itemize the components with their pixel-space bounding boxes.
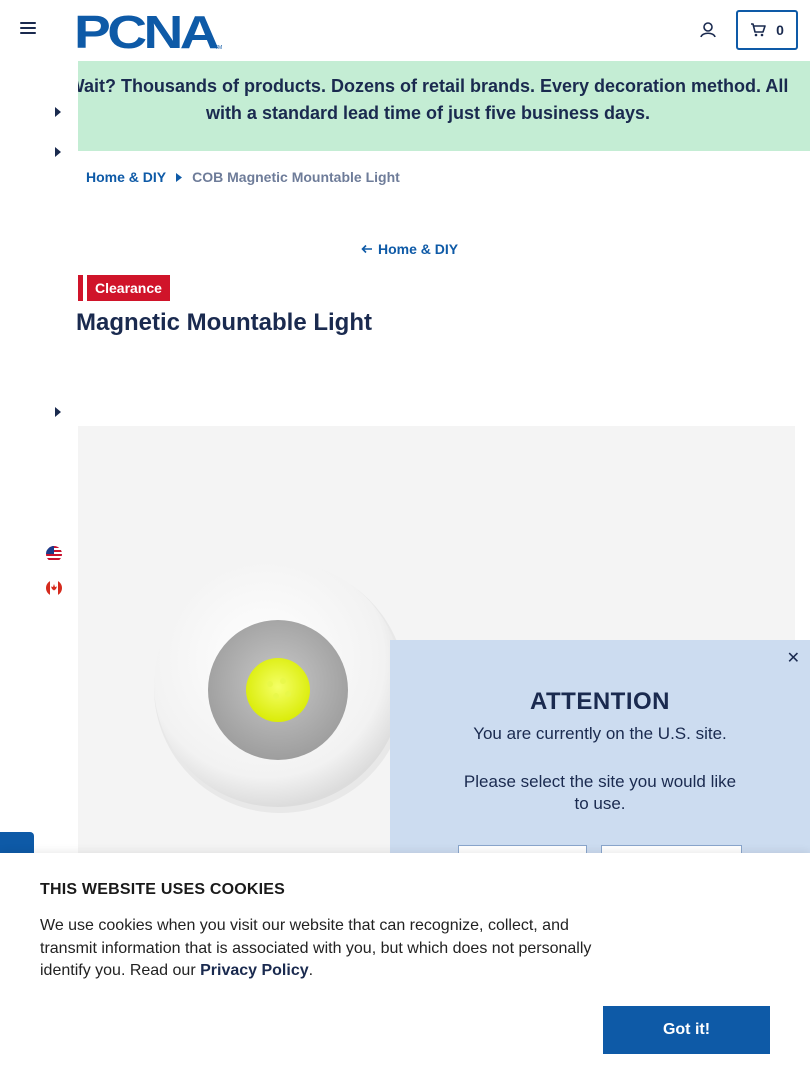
cookie-text-body: We use cookies when you visit our websit… xyxy=(40,917,592,979)
caret-right-icon[interactable] xyxy=(54,147,62,157)
arrow-left-icon xyxy=(361,244,372,254)
svg-text:PCNA: PCNA xyxy=(76,10,218,52)
clearance-badge: Clearance xyxy=(87,275,170,301)
caret-right-icon xyxy=(176,172,183,182)
back-link-label: Home & DIY xyxy=(378,241,459,257)
attention-modal: ✕ ATTENTION You are currently on the U.S… xyxy=(390,640,810,865)
cart-icon xyxy=(751,23,766,37)
cart-count: 0 xyxy=(776,22,784,38)
cookie-text: We use cookies when you visit our websit… xyxy=(40,915,610,983)
cookie-text-end: . xyxy=(308,962,314,979)
caret-right-icon[interactable] xyxy=(54,407,62,417)
breadcrumb-current: COB Magnetic Mountable Light xyxy=(192,169,400,185)
us-flag-icon[interactable] xyxy=(46,546,62,562)
breadcrumb: Home & DIY COB Magnetic Mountable Light xyxy=(86,169,400,185)
canada-flag-icon[interactable] xyxy=(46,580,62,596)
svg-text:TM: TM xyxy=(215,45,222,51)
product-title: Magnetic Mountable Light xyxy=(76,309,372,336)
attention-message: You are currently on the U.S. site. xyxy=(473,724,727,743)
attention-title: ATTENTION xyxy=(529,688,671,715)
badge-sliver xyxy=(78,275,83,301)
cart-button[interactable]: 0 xyxy=(736,10,798,50)
pcna-logo[interactable]: PCNA TM xyxy=(74,6,226,58)
breadcrumb-link-home-diy[interactable]: Home & DIY xyxy=(86,169,166,185)
pcna-logo-graphic: PCNA TM xyxy=(74,6,222,58)
close-icon[interactable]: ✕ xyxy=(787,648,800,668)
user-icon[interactable] xyxy=(699,21,717,39)
cookie-banner: THIS WEBSITE USES COOKIES We use cookies… xyxy=(0,853,810,1080)
caret-right-icon[interactable] xyxy=(54,107,62,117)
privacy-policy-link[interactable]: Privacy Policy xyxy=(200,962,309,979)
promo-banner: Wait? Thousands of products. Dozens of r… xyxy=(78,61,810,151)
attention-prompt: Please select the site you would like to… xyxy=(463,772,737,813)
promo-text: Wait? Thousands of products. Dozens of r… xyxy=(78,76,789,123)
hamburger-icon[interactable] xyxy=(20,22,36,36)
back-link[interactable]: Home & DIY xyxy=(361,241,458,257)
site-header: PCNA TM 0 xyxy=(0,0,810,61)
accept-cookies-button[interactable]: Got it! xyxy=(603,1006,770,1054)
cookie-title: THIS WEBSITE USES COOKIES xyxy=(40,881,286,898)
